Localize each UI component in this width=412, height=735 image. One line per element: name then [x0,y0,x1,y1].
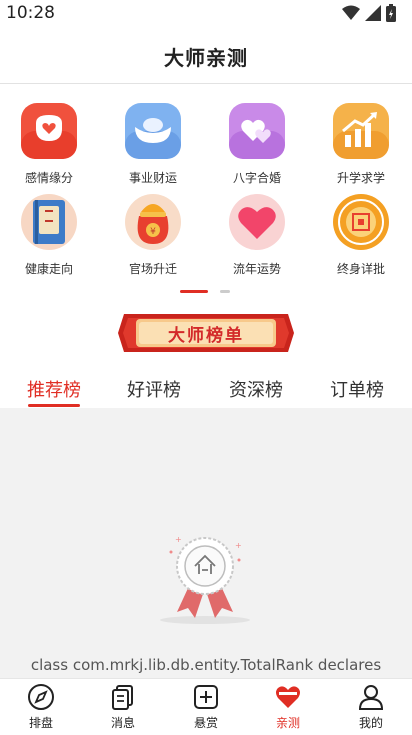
tab-active-indicator [28,404,80,407]
grid-label-lifetime: 终身详批 [336,262,385,276]
grid-label-love: 感情缘分 [24,171,73,185]
svg-text:+: + [235,541,242,550]
plus-box-icon [194,685,218,709]
nav-label-bounty: 悬赏 [193,716,218,730]
nav-bounty[interactable]: 悬赏 [165,683,247,731]
longevity-coin-icon [333,194,389,250]
status-bar: 10:28 [0,0,412,28]
love-lock-icon [21,103,77,159]
compass-icon [28,684,54,710]
error-message: class com.mrkj.lib.db.entity.TotalRank d… [30,656,382,674]
bottom-nav: 排盘 消息 悬赏 亲测 我的 [0,678,412,735]
tab-senior[interactable]: 资深榜 [216,376,296,402]
nav-label-paipan: 排盘 [28,716,53,730]
tab-orders[interactable]: 订单榜 [317,376,397,402]
grid-item-lifetime[interactable]: 终身详批 [316,192,406,277]
grid-label-fortune: 流年运势 [232,262,281,276]
status-time: 10:28 [6,3,55,23]
money-bag-icon: ¥ [125,194,181,250]
banner-label: 大师榜单 [168,326,244,346]
user-icon [358,685,384,710]
health-book-icon [21,194,77,250]
nav-label-messages: 消息 [110,716,135,730]
message-icon [112,685,133,710]
title-bar: 大师亲测 [0,28,412,84]
grid-label-marriage: 八字合婚 [232,171,281,185]
grid-label-health: 健康走向 [24,262,73,276]
nav-label-qince: 亲测 [275,716,300,730]
nav-label-profile: 我的 [358,716,383,730]
page-title: 大师亲测 [164,46,248,70]
page-indicator [0,288,412,294]
nav-profile[interactable]: 我的 [330,683,412,731]
empty-badge-icon: + + [160,535,250,624]
heart-tab-icon [276,686,300,708]
signal-icon [365,5,381,21]
grid-item-love[interactable]: 感情缘分 [4,101,94,186]
grid-item-marriage[interactable]: 八字合婚 [212,101,302,186]
wifi-icon [342,5,360,20]
nav-messages[interactable]: 消息 [82,683,164,731]
grid-item-study[interactable]: 升学求学 [316,101,406,186]
ranking-content: + + class com.mrkj.lib.db.entity.TotalRa… [0,408,412,678]
grid-label-career: 事业财运 [128,171,177,185]
nav-qince[interactable]: 亲测 [247,683,329,731]
heart-icon [229,194,285,250]
page-dot-active [180,290,208,293]
grid-label-promotion: 官场升迁 [128,262,177,276]
grid-item-promotion[interactable]: ¥ 官场升迁 [108,192,198,277]
nav-paipan[interactable]: 排盘 [0,683,82,731]
status-icons [342,4,396,22]
svg-text:¥: ¥ [150,227,156,237]
master-ranking-banner[interactable]: 大师榜单 [118,310,294,356]
tab-top-rated[interactable]: 好评榜 [114,376,194,402]
battery-icon [386,4,396,22]
ranking-tabs: 推荐榜 好评榜 资深榜 订单榜 [0,370,412,408]
grid-label-study: 升学求学 [336,171,385,185]
svg-text:+: + [175,535,182,544]
grid-item-fortune[interactable]: 流年运势 [212,192,302,277]
gold-ingot-icon [125,103,181,159]
growth-chart-icon [333,103,389,159]
tab-recommend[interactable]: 推荐榜 [14,376,94,402]
double-heart-icon [229,103,285,159]
grid-item-career[interactable]: 事业财运 [108,101,198,186]
page-dot [220,290,230,293]
grid-item-health[interactable]: 健康走向 [4,192,94,277]
